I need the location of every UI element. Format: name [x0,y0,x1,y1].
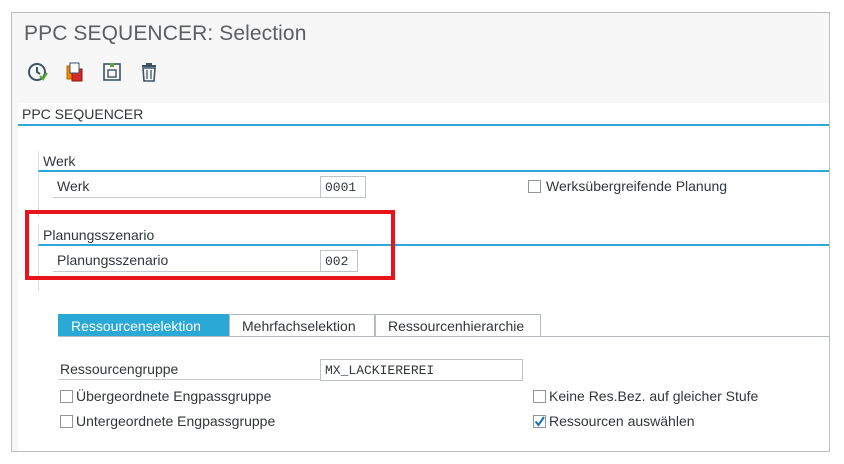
werk-group-title: Werk [38,151,829,172]
save-variant-icon [103,63,121,81]
tab-ressourcenhierarchie[interactable]: Ressourcenhierarchie [375,314,541,337]
copy-variant-icon [66,62,83,82]
werk-group: Werk Werk 0001 Werksübergreifende Planun… [38,151,829,217]
keine-resbez-label: Keine Res.Bez. auf gleicher Stufe [549,388,759,404]
untergeordnete-checkbox[interactable] [60,415,73,428]
keine-resbez-checkbox[interactable] [533,390,546,403]
ressourcengruppe-input[interactable]: MX_LACKIEREREI [320,359,523,381]
scenario-label: Planungsszenario [57,252,169,268]
execute-button[interactable] [24,59,50,85]
scenario-group-body: Planungsszenario 002 [38,246,829,291]
ressourcengruppe-label: Ressourcengruppe [60,361,179,377]
scenario-label-underline [53,271,327,272]
sap-window: PPC SEQUENCER: Selection PPC SEQUENCER W… [11,12,830,452]
werksuebergreifend-label: Werksübergreifende Planung [546,178,728,194]
toolbar [12,59,829,95]
delete-trash-icon [142,63,156,82]
werksuebergreifend-checkbox[interactable] [528,180,541,193]
ressourcen-auswaehlen-label: Ressourcen auswählen [549,413,695,429]
execute-clock-icon [28,63,48,81]
untergeordnete-label: Untergeordnete Engpassgruppe [76,413,276,429]
pane-title: PPC SEQUENCER [18,103,829,126]
tab-underline [58,336,829,337]
delete-variant-button[interactable] [136,59,162,85]
werk-input[interactable]: 0001 [320,176,366,198]
selection-content: PPC SEQUENCER Werk Werk 0001 Werksübergr… [18,103,829,451]
uebergeordnete-checkbox[interactable] [60,390,73,403]
ressourcengruppe-underline [58,379,320,380]
werk-label: Werk [57,178,90,194]
save-variant-button[interactable] [99,59,125,85]
scenario-input[interactable]: 002 [320,250,358,272]
werk-label-underline [53,197,327,198]
scenario-group: Planungsszenario Planungsszenario 002 [38,225,829,291]
ressourcen-auswaehlen-checkbox[interactable] [533,415,546,428]
checkmark-icon [534,416,545,427]
scenario-group-title: Planungsszenario [38,225,829,246]
window-title: PPC SEQUENCER: Selection [24,22,307,45]
get-variant-button[interactable] [62,59,88,85]
tab-ressourcenselektion[interactable]: Ressourcenselektion [58,314,229,337]
tab-mehrfachselektion[interactable]: Mehrfachselektion [229,314,375,337]
uebergeordnete-label: Übergeordnete Engpassgruppe [76,388,272,404]
werk-group-body: Werk 0001 Werksübergreifende Planung [38,172,829,217]
